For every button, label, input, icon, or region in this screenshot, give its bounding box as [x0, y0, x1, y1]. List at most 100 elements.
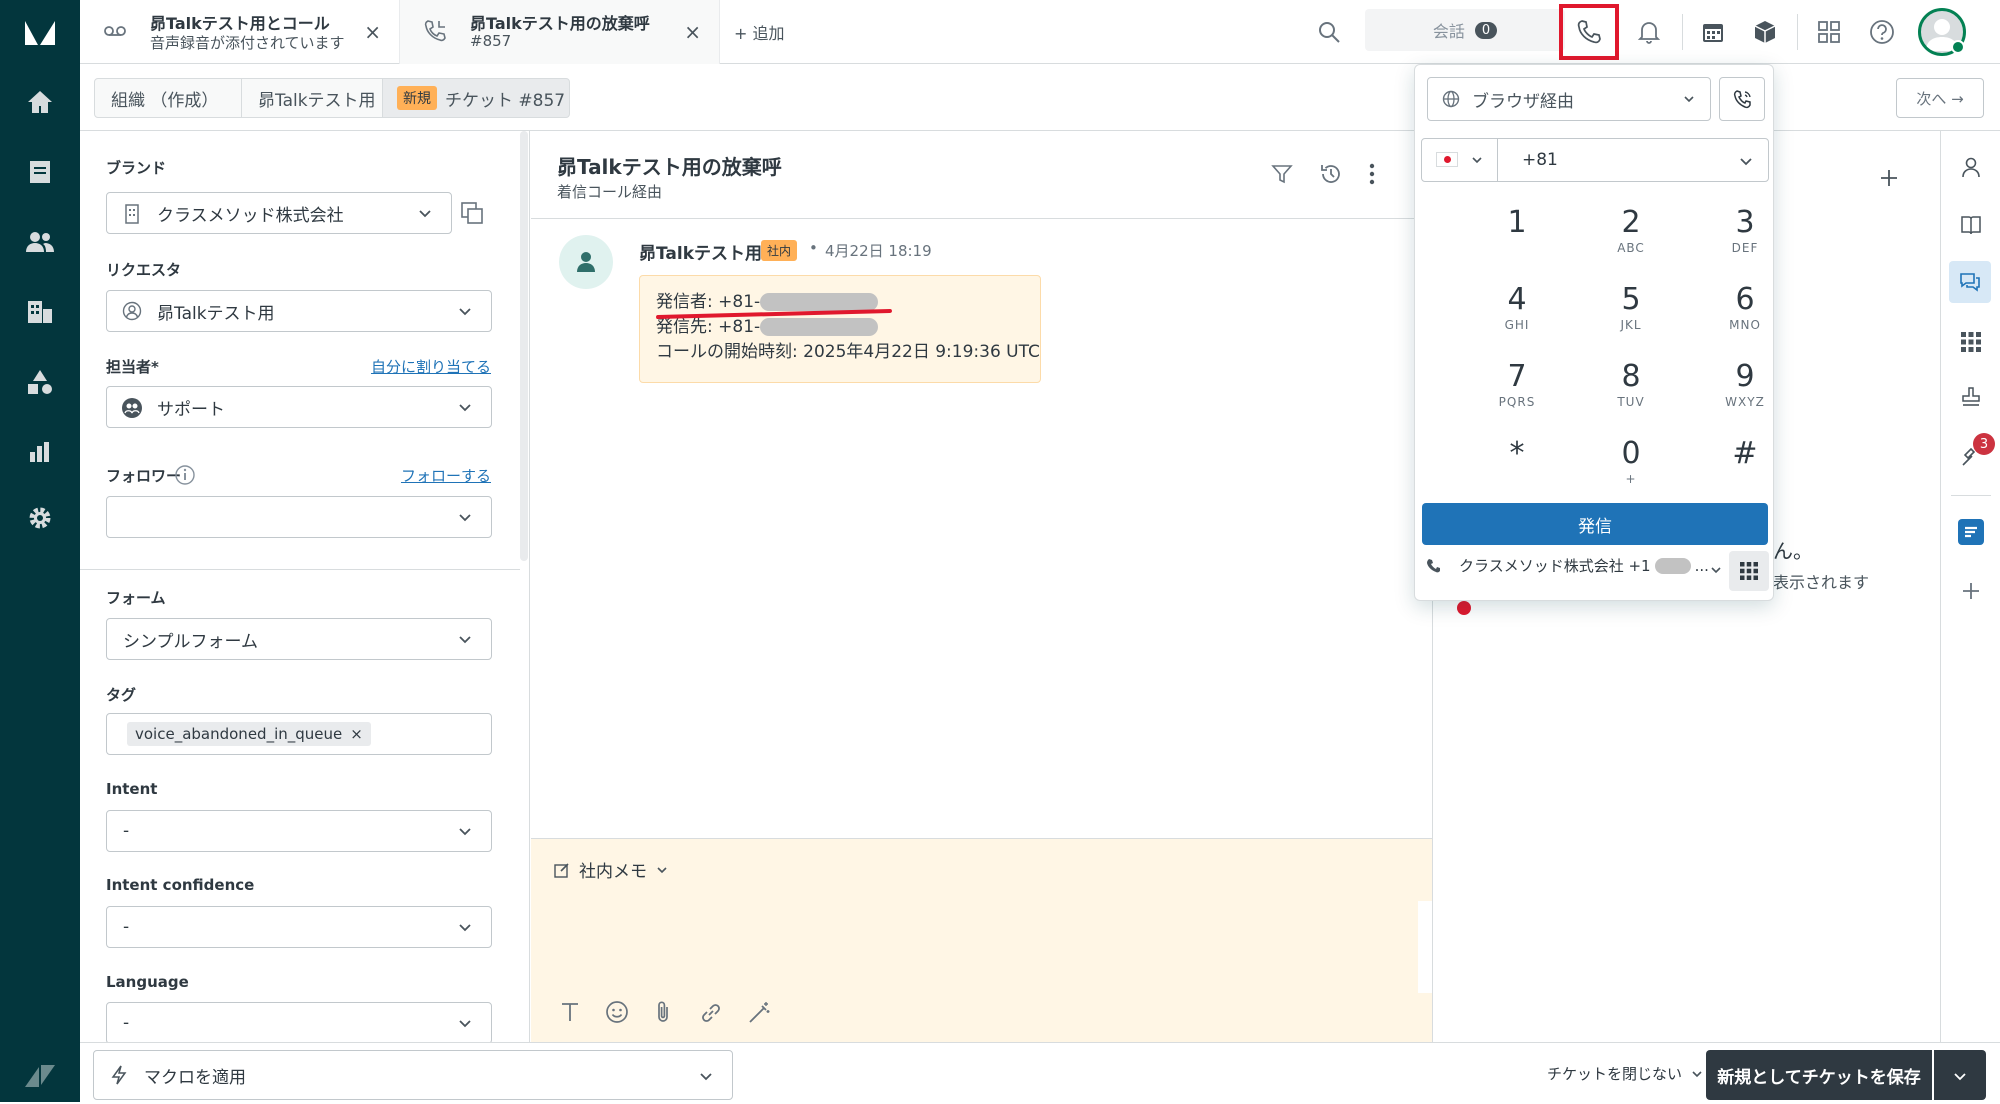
knowledge-book-icon[interactable] — [1959, 213, 1983, 237]
conversations-rail-button[interactable] — [1949, 261, 1991, 303]
product-tray-icon[interactable] — [1809, 12, 1849, 52]
dialpad-letters: PQRS — [1498, 395, 1536, 409]
admin-gear-icon[interactable] — [0, 490, 80, 546]
status-badge: 新規 — [397, 86, 437, 110]
tag-remove-icon[interactable]: × — [350, 725, 363, 743]
dialpad-key[interactable]: * — [1462, 436, 1572, 506]
customers-icon[interactable] — [0, 214, 80, 270]
help-icon[interactable] — [1862, 12, 1902, 52]
info-icon[interactable] — [174, 464, 196, 486]
history-icon[interactable] — [1319, 162, 1343, 186]
calendar-icon[interactable] — [1693, 12, 1733, 52]
next-ticket-button[interactable]: 次へ → — [1896, 78, 1984, 118]
conversations-button[interactable]: 会話 0 — [1365, 9, 1565, 51]
chevron-down-icon — [457, 1015, 473, 1031]
outbound-line-name: クラスメソッド株式会社 +1 — [1459, 557, 1651, 575]
recording-dot — [1457, 601, 1471, 615]
intent-confidence-select[interactable]: - — [106, 906, 492, 948]
followers-input[interactable] — [106, 496, 492, 538]
close-tab-option[interactable]: チケットを閉じない — [1547, 1063, 1704, 1084]
chevron-down-icon[interactable] — [1709, 563, 1723, 577]
talk-phone-button[interactable] — [1559, 4, 1619, 60]
dialpad-key[interactable]: 5 JKL — [1576, 282, 1686, 352]
call-via-select[interactable]: ブラウザ経由 — [1427, 77, 1711, 121]
call-settings-button[interactable] — [1719, 77, 1765, 121]
tags-input[interactable]: voice_abandoned_in_queue × — [106, 713, 492, 755]
filter-icon[interactable] — [1271, 163, 1293, 185]
form-select[interactable]: シンプルフォーム — [106, 618, 492, 660]
tab-close-icon[interactable]: × — [684, 20, 701, 44]
dial-call-button[interactable]: 発信 — [1422, 503, 1768, 545]
dialpad-key[interactable]: 4 GHI — [1462, 282, 1572, 352]
message-time[interactable]: 4月22日 18:19 — [825, 240, 932, 261]
user-profile-icon[interactable] — [1959, 155, 1983, 179]
toggle-keypad-button[interactable] — [1729, 551, 1769, 591]
notifications-bell-icon[interactable] — [1629, 12, 1669, 52]
text-format-icon[interactable] — [559, 1001, 581, 1023]
tab-close-icon[interactable]: × — [364, 20, 381, 44]
emoji-icon[interactable] — [605, 1000, 629, 1024]
save-options-button[interactable] — [1934, 1050, 1986, 1100]
add-app-icon[interactable] — [1961, 581, 1981, 601]
dialpad-key[interactable]: # — [1690, 436, 1800, 506]
section-divider — [80, 569, 520, 570]
intent-select[interactable]: - — [106, 810, 492, 852]
dialpad-key[interactable]: 7 PQRS — [1462, 359, 1572, 429]
assignee-select[interactable]: サポート — [106, 386, 492, 428]
reporting-icon[interactable] — [0, 424, 80, 480]
dialpad-key[interactable]: 9 WXYZ — [1690, 359, 1800, 429]
outbound-line-select[interactable]: クラスメソッド株式会社 +1 ... — [1459, 555, 1709, 576]
add-tab-button[interactable]: + 追加 — [734, 20, 785, 44]
tab-abandoned-call[interactable]: 昴Talkテスト用の放棄呼 #857 × — [400, 0, 720, 64]
ai-wand-icon[interactable] — [747, 1001, 771, 1025]
views-icon[interactable] — [0, 144, 80, 200]
dialpad-key[interactable]: 1 — [1462, 205, 1572, 275]
dialpad-key[interactable]: 0 + — [1576, 436, 1686, 506]
edit-note-icon — [553, 861, 571, 879]
phone-number-input[interactable]: +81 — [1421, 138, 1769, 182]
zendesk-z-icon — [0, 1048, 80, 1104]
tag-label: voice_abandoned_in_queue — [135, 725, 343, 743]
save-ticket-button[interactable]: 新規としてチケットを保存 — [1706, 1050, 1932, 1100]
home-icon[interactable] — [0, 74, 80, 130]
zendesk-logo-icon[interactable] — [0, 4, 80, 60]
breadcrumb-requester[interactable]: 昴Talkテスト用 — [241, 78, 383, 118]
brand-select[interactable]: クラスメソッド株式会社 — [106, 192, 452, 234]
requester-select[interactable]: 昴Talkテスト用 — [106, 290, 492, 332]
outbound-line-ellipsis: ... — [1694, 556, 1709, 575]
jira-app-icon[interactable] — [1958, 519, 1984, 545]
ticket-title[interactable]: 昴Talkテスト用の放棄呼 — [557, 151, 782, 180]
country-select[interactable] — [1422, 139, 1498, 181]
tab-recording-call[interactable]: 昴Talkテスト用とコール 音声録音が添付されています × — [80, 0, 400, 64]
stamp-icon[interactable] — [1959, 385, 1983, 409]
dialpad-key[interactable]: 3 DEF — [1690, 205, 1800, 275]
search-icon[interactable] — [1309, 12, 1349, 52]
scrollbar[interactable] — [520, 131, 528, 561]
apps-cube-icon[interactable] — [1745, 12, 1785, 52]
dialpad-key[interactable]: 8 TUV — [1576, 359, 1686, 429]
composer-scrollbar — [1418, 901, 1432, 993]
composer-mode-select[interactable]: 社内メモ — [553, 857, 669, 882]
apply-macro-select[interactable]: マクロを適用 — [93, 1050, 733, 1100]
redacted-number — [760, 293, 879, 311]
more-options-icon[interactable] — [1369, 163, 1375, 185]
objects-icon[interactable] — [0, 354, 80, 410]
add-icon[interactable] — [1879, 168, 1899, 188]
link-icon[interactable] — [699, 1001, 723, 1025]
follow-link[interactable]: フォローする — [401, 465, 491, 486]
dialpad-key[interactable]: 2 ABC — [1576, 205, 1686, 275]
dialpad-key[interactable]: 6 MNO — [1690, 282, 1800, 352]
copy-icon[interactable] — [460, 201, 484, 225]
message-author[interactable]: 昴Talkテスト用 — [639, 239, 762, 264]
language-select[interactable]: - — [106, 1002, 492, 1042]
organizations-icon[interactable] — [0, 284, 80, 340]
breadcrumb-org[interactable]: 組織 （作成） — [94, 78, 242, 118]
apps-grid-icon[interactable] — [1960, 331, 1982, 353]
conversations-count: 0 — [1474, 21, 1498, 39]
assign-to-me-link[interactable]: 自分に割り当てる — [371, 356, 491, 377]
attachment-icon[interactable] — [655, 1000, 671, 1024]
internal-note-composer[interactable]: 社内メモ — [531, 838, 1432, 1042]
breadcrumb-ticket[interactable]: 新規 チケット #857 — [382, 78, 570, 118]
author-avatar[interactable] — [559, 235, 613, 289]
tag-chip[interactable]: voice_abandoned_in_queue × — [127, 722, 371, 746]
